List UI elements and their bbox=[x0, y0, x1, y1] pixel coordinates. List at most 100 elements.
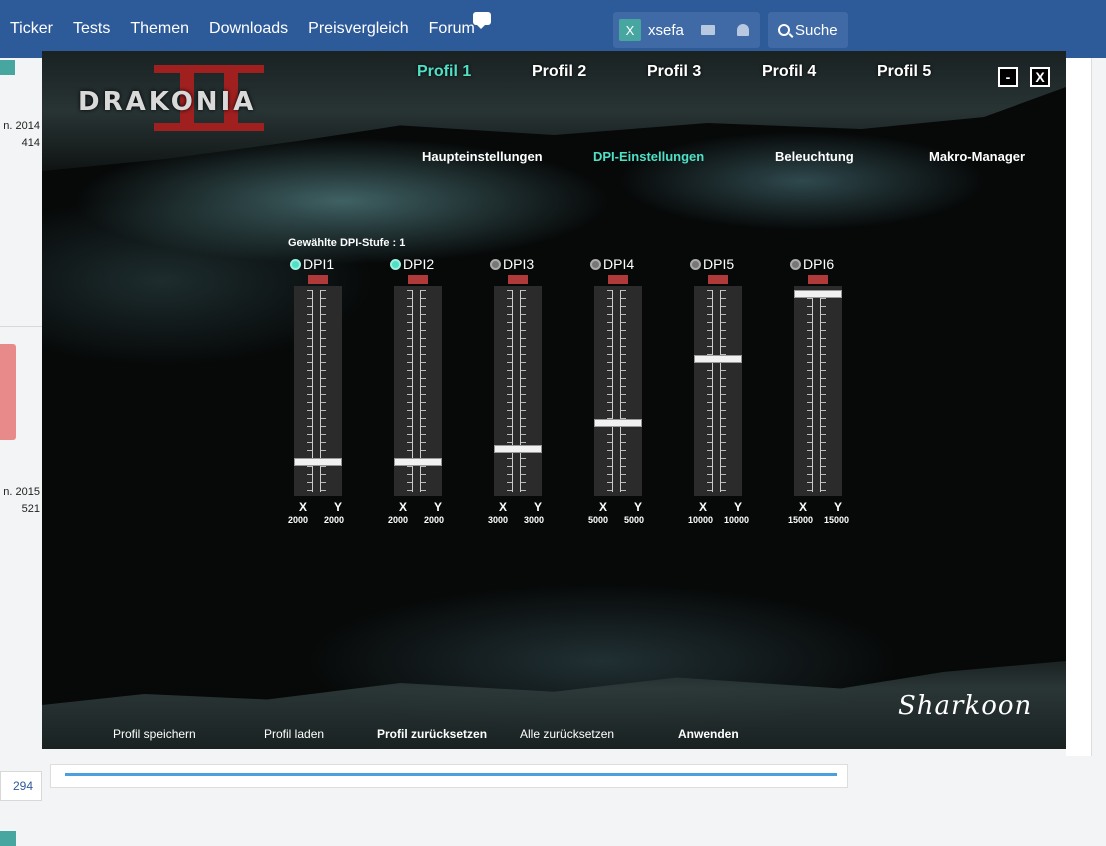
nav-forum-label: Forum bbox=[428, 20, 475, 37]
x-dpi-value: 15000 bbox=[788, 515, 814, 525]
dpi-level-label: DPI3 bbox=[503, 256, 535, 272]
dpi-toggle-radio[interactable] bbox=[490, 259, 501, 270]
dpi-slider-handle[interactable] bbox=[494, 445, 542, 454]
status-chip bbox=[0, 60, 15, 75]
dpi-slider-track[interactable] bbox=[794, 286, 842, 496]
snippet-count: 414 bbox=[21, 137, 40, 149]
dpi-level-5: DPI5 X Y 10000 10000 bbox=[688, 256, 758, 527]
x-axis-label: X bbox=[299, 500, 308, 514]
mail-icon[interactable] bbox=[700, 25, 715, 35]
dpi-color-marker[interactable] bbox=[708, 275, 728, 284]
y-dpi-value: 5000 bbox=[624, 515, 645, 525]
snippet-text: de bbox=[0, 99, 10, 111]
tab-makro-manager[interactable]: Makro-Manager bbox=[929, 149, 1025, 164]
y-axis-label: Y bbox=[534, 500, 543, 514]
tab-beleuchtung[interactable]: Beleuchtung bbox=[775, 149, 854, 164]
dpi-color-marker[interactable] bbox=[308, 275, 328, 284]
dpi-slider-track[interactable] bbox=[594, 286, 642, 496]
tab-profil-3[interactable]: Profil 3 bbox=[647, 63, 701, 81]
y-axis-rail bbox=[620, 290, 626, 492]
tab-profil-5[interactable]: Profil 5 bbox=[877, 63, 931, 81]
tab-profil-4[interactable]: Profil 4 bbox=[762, 63, 816, 81]
x-axis-rail bbox=[707, 290, 713, 492]
bell-icon[interactable] bbox=[736, 24, 749, 36]
y-dpi-value: 2000 bbox=[424, 515, 445, 525]
y-axis-label: Y bbox=[334, 500, 343, 514]
nav-downloads[interactable]: Downloads bbox=[199, 0, 298, 58]
y-dpi-value: 15000 bbox=[824, 515, 850, 525]
dpi-slider-track[interactable] bbox=[294, 286, 342, 496]
logo-text: DRAKONIA bbox=[78, 87, 257, 117]
selected-dpi-level: Gewählte DPI-Stufe : 1 bbox=[288, 237, 406, 249]
dpi-level-label: DPI6 bbox=[803, 256, 835, 272]
dpi-toggle-radio[interactable] bbox=[290, 259, 301, 270]
dpi-slider-track[interactable] bbox=[394, 286, 442, 496]
dpi-slider-track[interactable] bbox=[694, 286, 742, 496]
x-dpi-value: 10000 bbox=[688, 515, 714, 525]
snippet-date: n. 2015 bbox=[3, 486, 40, 498]
dpi-toggle-radio[interactable] bbox=[590, 259, 601, 270]
drakonia-window: DRAKONIA Profil 1 Profil 2 Profil 3 Prof… bbox=[42, 51, 1066, 749]
close-button[interactable]: X bbox=[1030, 67, 1050, 87]
y-axis-label: Y bbox=[634, 500, 643, 514]
status-chip bbox=[0, 344, 16, 440]
dpi-color-marker[interactable] bbox=[608, 275, 628, 284]
dpi-color-marker[interactable] bbox=[508, 275, 528, 284]
x-dpi-value: 2000 bbox=[388, 515, 409, 525]
sharkoon-logo: Sharkoon bbox=[898, 691, 1033, 721]
forum-right-column bbox=[1066, 58, 1106, 788]
reply-editor-toolbar[interactable] bbox=[50, 764, 848, 788]
nav-ticker[interactable]: Ticker bbox=[0, 0, 63, 58]
dpi-slider-track[interactable] bbox=[494, 286, 542, 496]
dpi-slider-handle[interactable] bbox=[794, 290, 842, 298]
nav-themen[interactable]: Themen bbox=[120, 0, 199, 58]
reply-count[interactable]: 294 bbox=[0, 771, 42, 801]
dpi-slider-handle[interactable] bbox=[394, 458, 442, 467]
snippet-date: n. 2014 bbox=[3, 120, 40, 132]
x-dpi-value: 2000 bbox=[288, 515, 309, 525]
editor-accent-bar bbox=[65, 773, 837, 776]
y-dpi-value: 2000 bbox=[324, 515, 345, 525]
x-axis-label: X bbox=[799, 500, 808, 514]
status-chip bbox=[0, 831, 16, 846]
dpi-slider-handle[interactable] bbox=[694, 354, 742, 363]
user-menu[interactable]: X xsefa bbox=[613, 12, 760, 48]
search-label: Suche bbox=[795, 21, 838, 39]
dpi-color-marker[interactable] bbox=[408, 275, 428, 284]
drakonia-logo: DRAKONIA bbox=[72, 65, 332, 135]
forum-nav: Ticker Tests Themen Downloads Preisvergl… bbox=[0, 0, 491, 58]
dpi-toggle-radio[interactable] bbox=[390, 259, 401, 270]
tab-haupteinstellungen[interactable]: Haupteinstellungen bbox=[422, 149, 543, 164]
nav-forum[interactable]: Forum bbox=[419, 0, 491, 58]
avatar[interactable]: X bbox=[619, 19, 641, 41]
nav-preisvergleich[interactable]: Preisvergleich bbox=[298, 0, 418, 58]
save-profile-button[interactable]: Profil speichern bbox=[113, 727, 196, 741]
x-axis-rail bbox=[607, 290, 613, 492]
reset-profile-button[interactable]: Profil zurücksetzen bbox=[377, 727, 487, 741]
apply-button[interactable]: Anwenden bbox=[678, 727, 739, 741]
username[interactable]: xsefa bbox=[648, 22, 684, 39]
tab-dpi-einstellungen[interactable]: DPI-Einstellungen bbox=[593, 149, 704, 164]
load-profile-button[interactable]: Profil laden bbox=[264, 727, 324, 741]
reset-all-button[interactable]: Alle zurücksetzen bbox=[520, 727, 614, 741]
x-axis-label: X bbox=[699, 500, 708, 514]
dpi-slider-handle[interactable] bbox=[294, 458, 342, 467]
dpi-toggle-radio[interactable] bbox=[690, 259, 701, 270]
tab-profil-2[interactable]: Profil 2 bbox=[532, 63, 586, 81]
minimize-button[interactable]: - bbox=[998, 67, 1018, 87]
y-dpi-value: 10000 bbox=[724, 515, 750, 525]
dpi-slider-handle[interactable] bbox=[594, 419, 642, 428]
dpi-level-label: DPI5 bbox=[703, 256, 735, 272]
search-button[interactable]: Suche bbox=[768, 12, 848, 48]
chat-icon bbox=[472, 12, 491, 29]
nav-tests[interactable]: Tests bbox=[63, 0, 120, 58]
x-axis-rail bbox=[507, 290, 513, 492]
y-dpi-value: 3000 bbox=[524, 515, 545, 525]
dpi-color-marker[interactable] bbox=[808, 275, 828, 284]
x-axis-rail bbox=[807, 290, 813, 492]
dpi-toggle-radio[interactable] bbox=[790, 259, 801, 270]
dpi-level-2: DPI2 X Y 2000 2000 bbox=[388, 256, 458, 527]
tab-profil-1[interactable]: Profil 1 bbox=[417, 63, 471, 81]
dpi-level-3: DPI3 X Y 3000 3000 bbox=[488, 256, 558, 527]
dpi-level-label: DPI1 bbox=[303, 256, 335, 272]
